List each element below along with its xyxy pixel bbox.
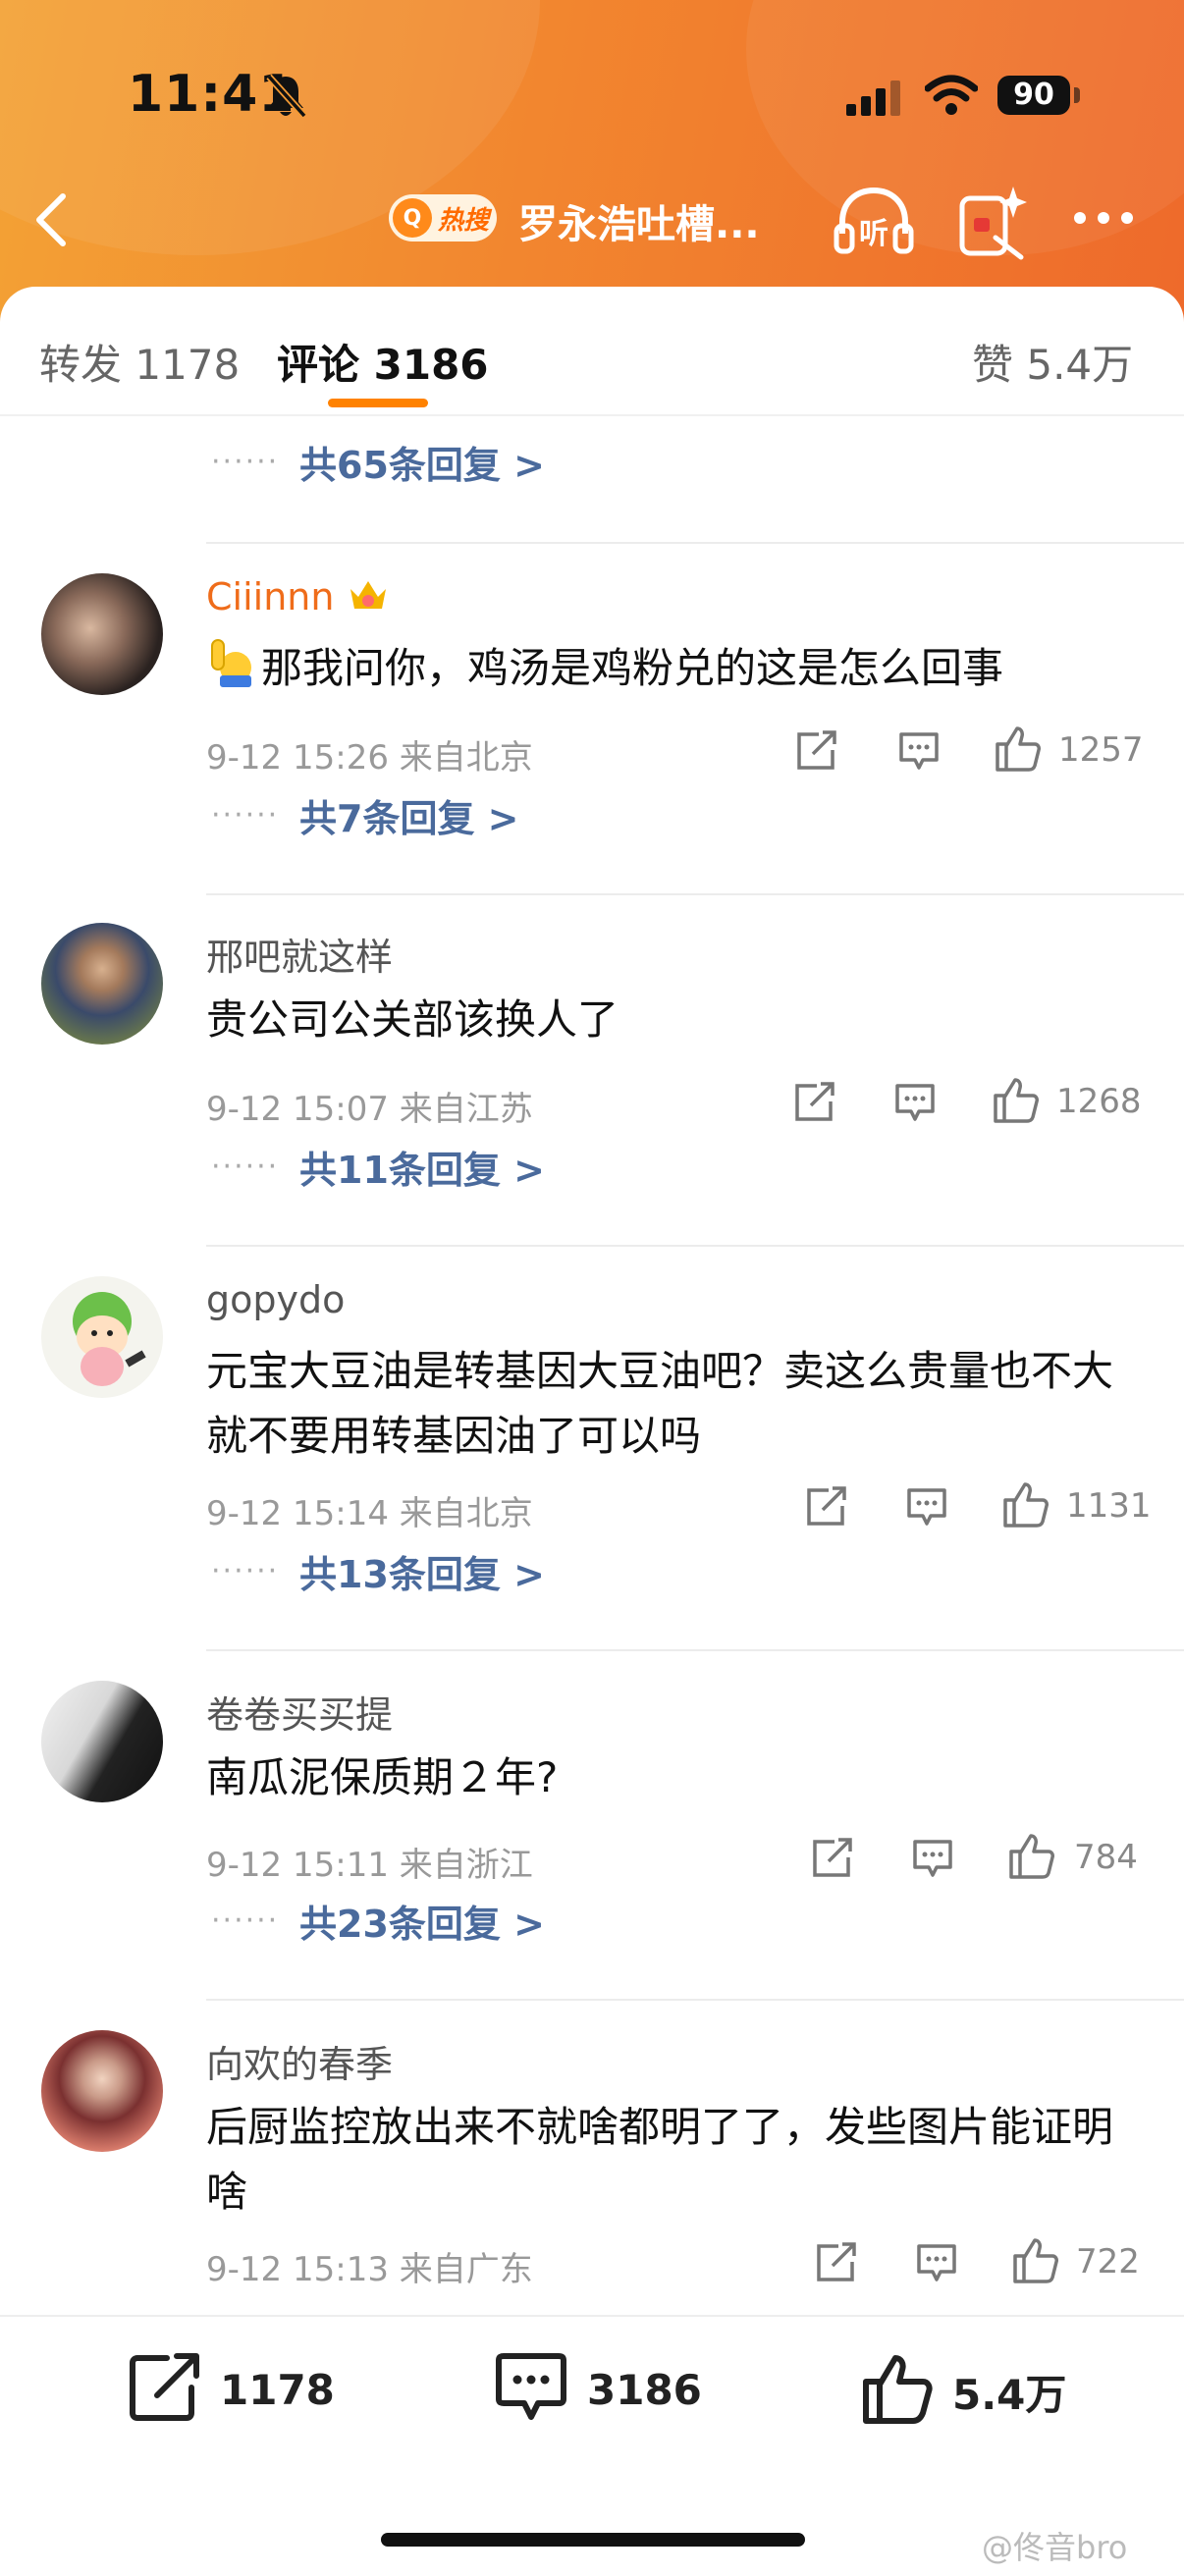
wifi-icon [924, 75, 979, 120]
raise-hand-emoji-icon [206, 636, 253, 706]
dots-icon: ······ [211, 1903, 280, 1938]
thumbs-up-icon[interactable] [1001, 1480, 1050, 1533]
tab-divider [0, 414, 1184, 416]
bell-muted-icon [263, 71, 308, 126]
home-indicator[interactable] [381, 2533, 805, 2547]
comment-separator [206, 542, 1184, 544]
share-icon[interactable] [815, 2242, 858, 2287]
search-icon: Q [393, 198, 432, 238]
replies-label: 共23条回复 > [299, 1902, 545, 1946]
thumbs-up-icon[interactable] [1011, 2236, 1060, 2289]
tab-comment[interactable]: 评论 3186 [277, 332, 489, 392]
comment-meta: 9-12 15:07 来自江苏 [206, 1090, 533, 1129]
comment-username[interactable]: Ciiinnn [206, 575, 390, 623]
battery-tip [1074, 87, 1080, 103]
comment-separator [206, 1649, 1184, 1651]
ai-sparkle-icon[interactable] [956, 183, 1029, 265]
repost-button[interactable]: 1178 [128, 2352, 335, 2427]
battery-indicator: 90 [997, 76, 1070, 115]
comment-username[interactable]: 邢吧就这样 [206, 927, 393, 981]
like-count: 1257 [1058, 730, 1144, 770]
replies-label: 共7条回复 > [299, 796, 519, 840]
comment-meta: 9-12 15:26 来自北京 [206, 738, 533, 778]
comment-text: 后厨监控放出来不就啥都明了了，发些图片能证明啥 [206, 2103, 1114, 2216]
comment-meta: 9-12 15:13 来自广东 [206, 2250, 533, 2289]
comment-count: 3186 [587, 2365, 702, 2414]
avatar[interactable] [41, 1276, 163, 1398]
thumbs-up-icon[interactable] [1007, 1832, 1056, 1885]
tab-likes[interactable]: 赞 5.4万 [972, 332, 1133, 392]
comment-separator [206, 893, 1184, 895]
svg-text:听: 听 [859, 217, 888, 251]
share-icon[interactable] [795, 730, 838, 776]
replies-label: 共11条回复 > [299, 1148, 545, 1192]
share-icon[interactable] [805, 1486, 848, 1531]
comment-separator [206, 1245, 1184, 1247]
page-title[interactable]: 罗永浩吐槽... [518, 192, 760, 249]
reply-icon[interactable] [915, 2242, 958, 2287]
like-count: 784 [1074, 1838, 1138, 1877]
hot-search-label: 热搜 [438, 205, 490, 236]
dots-icon: ······ [211, 444, 280, 479]
listen-headphones-icon[interactable]: 听 [833, 183, 915, 265]
comment-text: 南瓜泥保质期２年? [206, 1753, 559, 1801]
replies-label: 共65条回复 > [299, 443, 545, 487]
more-options-icon[interactable] [1074, 212, 1133, 224]
crown-vip-icon [347, 575, 390, 623]
comment-text: 那我问你，鸡汤是鸡粉兑的这是怎么回事 [206, 636, 1149, 706]
reply-icon[interactable] [911, 1838, 954, 1883]
reply-icon[interactable] [905, 1486, 948, 1531]
comment-separator [206, 1999, 1184, 2001]
comment-meta: 9-12 15:14 来自北京 [206, 1494, 533, 1533]
repost-count: 1178 [220, 2365, 335, 2414]
avatar[interactable] [41, 573, 163, 695]
active-tab-indicator [328, 399, 428, 407]
comment-username[interactable]: 卷卷买买提 [206, 1685, 393, 1739]
cellular-signal-icon [846, 80, 901, 120]
share-icon[interactable] [793, 1082, 836, 1127]
dots-icon: ······ [211, 797, 280, 832]
comment-meta: 9-12 15:11 来自浙江 [206, 1846, 533, 1885]
like-count: 1268 [1056, 1082, 1142, 1121]
comment-username[interactable]: 向欢的春季 [206, 2034, 393, 2088]
thumbs-up-icon [860, 2352, 935, 2431]
thumbs-up-icon[interactable] [994, 724, 1043, 778]
dots-icon: ······ [211, 1553, 280, 1588]
avatar[interactable] [41, 923, 163, 1045]
comment-text: 贵公司公关部该换人了 [206, 995, 619, 1044]
reply-icon[interactable] [893, 1082, 937, 1127]
watermark: @佟音bro [982, 2529, 1128, 2566]
tab-repost[interactable]: 转发 1178 [39, 332, 240, 392]
comment-username[interactable]: gopydo [206, 1278, 345, 1321]
comment-bubble-icon [493, 2352, 569, 2427]
share-icon[interactable] [811, 1838, 854, 1883]
back-button[interactable] [31, 190, 71, 253]
replies-label: 共13条回复 > [299, 1552, 545, 1596]
repost-icon [128, 2352, 202, 2427]
avatar[interactable] [41, 2030, 163, 2152]
avatar[interactable] [41, 1681, 163, 1802]
dots-icon: ······ [211, 1149, 280, 1184]
like-count: 5.4万 [952, 2370, 1067, 2419]
hot-search-badge[interactable]: Q 热搜 [389, 194, 497, 242]
like-count: 722 [1076, 2242, 1140, 2281]
thumbs-up-icon[interactable] [992, 1076, 1041, 1129]
reply-icon[interactable] [897, 730, 941, 776]
comment-text: 元宝大豆油是转基因大豆油吧？卖这么贵量也不大 就不要用转基因油了可以吗 [206, 1347, 1114, 1460]
like-button[interactable]: 5.4万 [860, 2352, 1066, 2431]
comment-button[interactable]: 3186 [493, 2352, 702, 2427]
like-count: 1131 [1066, 1486, 1152, 1526]
